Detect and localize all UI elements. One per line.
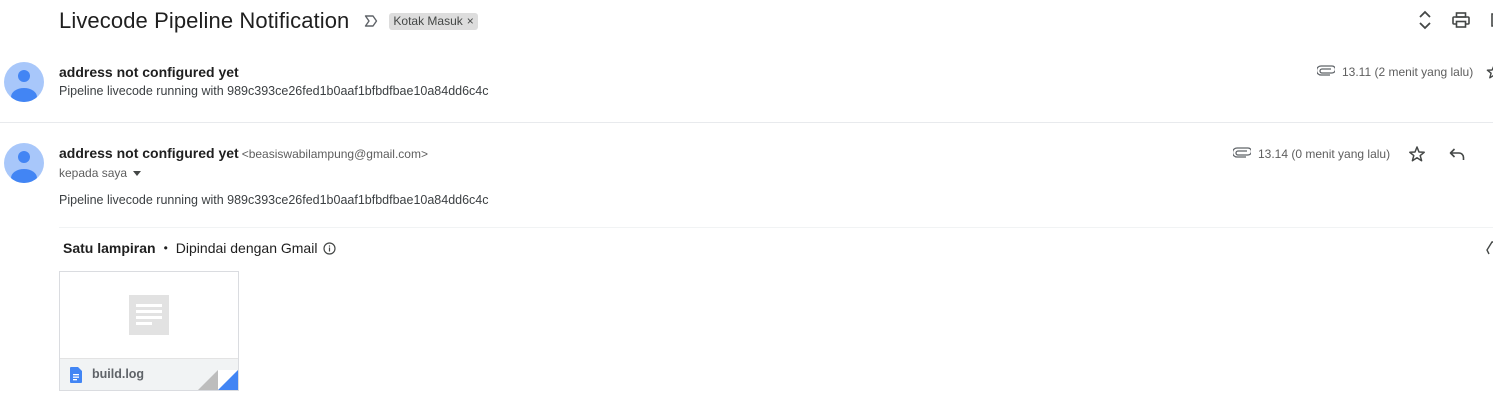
message-time: 13.14 (0 menit yang lalu) [1258, 147, 1391, 161]
sender-name: address not configured yet [59, 145, 239, 161]
separator-dot: • [163, 241, 168, 255]
attachment-card[interactable]: build.log [59, 271, 239, 391]
file-type-corner [198, 370, 238, 390]
attachments-count: Satu lampiran [63, 240, 156, 256]
sender-name: address not configured yet [59, 64, 239, 80]
document-preview-icon [129, 295, 169, 335]
recipients-text: kepada saya [59, 166, 128, 180]
message-body: Pipeline livecode running with 989c393ce… [59, 193, 489, 207]
add-to-drive-icon[interactable] [1486, 241, 1493, 257]
sender-line: address not configured yet <beasiswabilam… [59, 145, 428, 161]
attachment-filename: build.log [92, 367, 145, 381]
recipients-toggle[interactable]: kepada saya [59, 166, 142, 180]
attachments-header: Satu lampiran • Dipindai dengan Gmail [63, 240, 337, 256]
message-collapsed[interactable]: address not configured yet Pipeline live… [0, 0, 1493, 122]
scanned-by-gmail-text: Dipindai dengan Gmail [175, 240, 318, 256]
document-icon [70, 367, 82, 383]
message-snippet: Pipeline livecode running with 989c393ce… [59, 84, 489, 98]
message-time: 13.11 (2 menit yang lalu) [1342, 65, 1474, 79]
sender-email: <beasiswabilampung@gmail.com> [241, 147, 428, 161]
caret-down-icon [133, 170, 142, 176]
info-icon[interactable] [323, 241, 337, 255]
paperclip-icon [1231, 146, 1253, 158]
paperclip-icon [1315, 64, 1337, 76]
attachment-preview [60, 272, 238, 358]
star-outline-icon[interactable] [1486, 64, 1493, 80]
star-outline-icon[interactable] [1408, 145, 1426, 163]
sender-avatar [4, 143, 44, 183]
sender-avatar [4, 62, 44, 102]
attachments-divider [59, 227, 1493, 228]
reply-icon[interactable] [1448, 145, 1466, 163]
